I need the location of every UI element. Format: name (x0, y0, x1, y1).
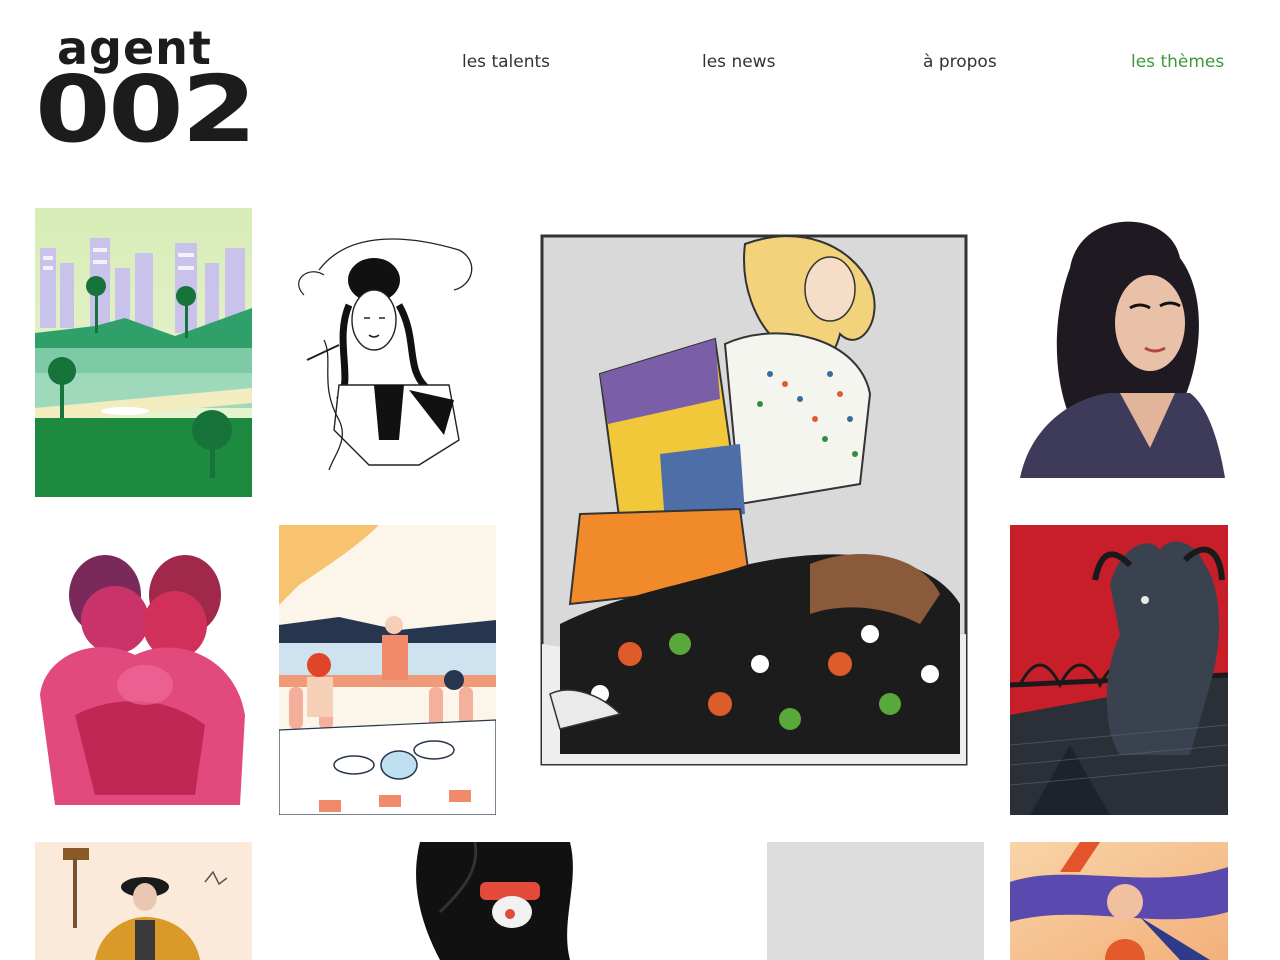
goat-bridge-engraving[interactable] (1010, 525, 1228, 815)
page: agent 002 les talents les news à propos … (0, 0, 1280, 960)
smoking-woman-line-drawing[interactable] (279, 210, 496, 500)
terrace-dinner-illustration[interactable] (279, 525, 496, 815)
nav-link-themes[interactable]: les thèmes (1131, 52, 1224, 72)
main-nav: les talents les news à propos les thèmes (0, 52, 1280, 76)
kissing-couple-watercolor[interactable] (35, 525, 252, 815)
grey-placeholder-tile[interactable] (767, 842, 984, 960)
blonde-woman-sweater-illustration[interactable] (540, 224, 970, 766)
nav-link-talents[interactable]: les talents (462, 52, 550, 72)
nav-link-about[interactable]: à propos (923, 52, 997, 72)
croquet-woman-illustration[interactable] (35, 842, 252, 960)
abstract-figure-gradient-illustration[interactable] (1010, 842, 1228, 960)
black-ink-figure-illustration[interactable] (380, 842, 720, 960)
nav-link-news[interactable]: les news (702, 52, 775, 72)
agent002-logo[interactable]: agent 002 (35, 22, 295, 160)
city-palms-illustration[interactable] (35, 208, 252, 497)
woman-portrait-watercolor[interactable] (1010, 208, 1228, 488)
